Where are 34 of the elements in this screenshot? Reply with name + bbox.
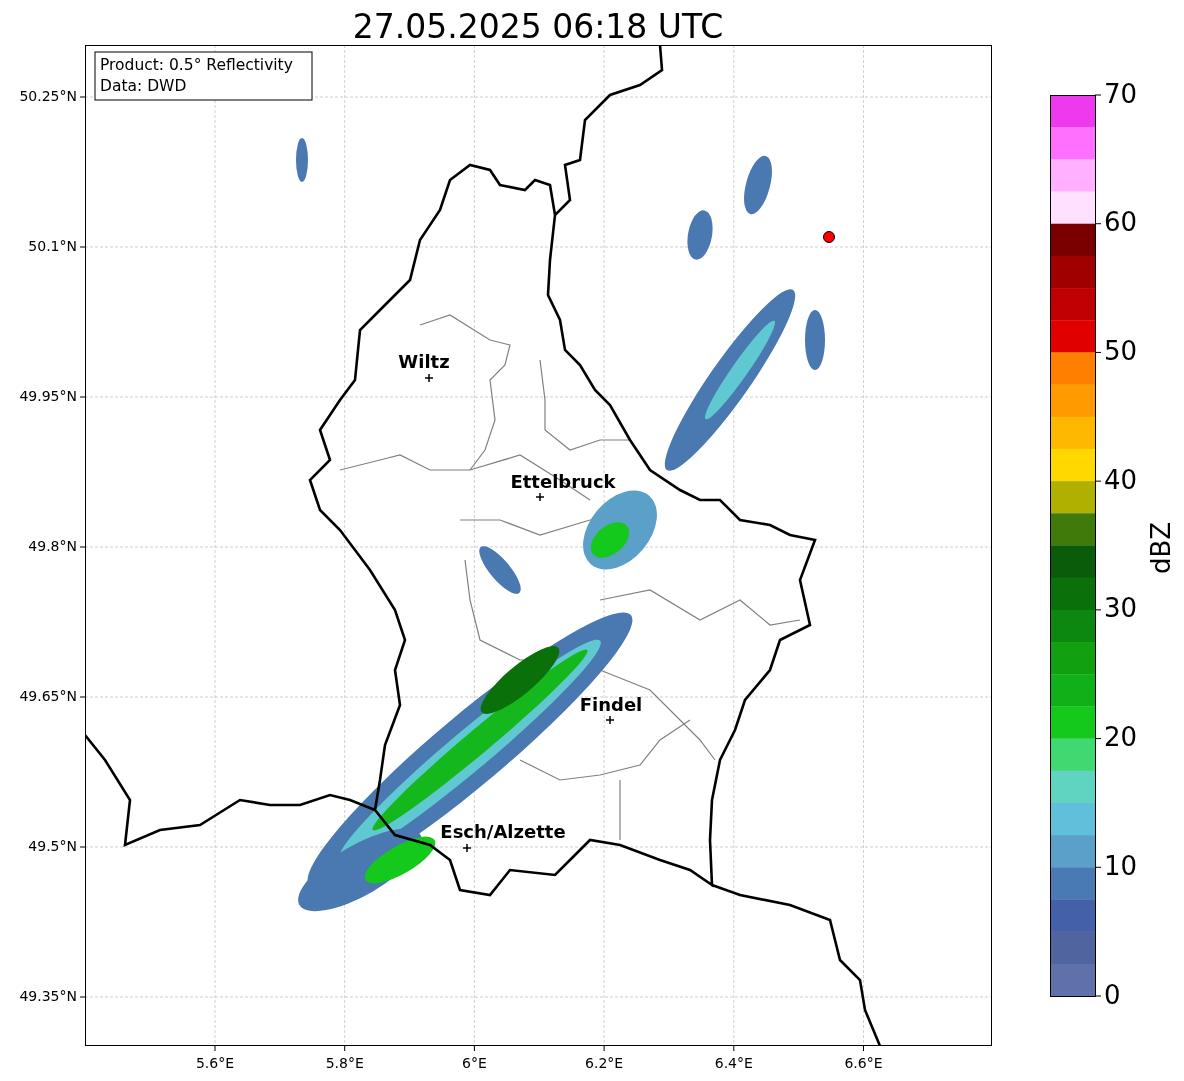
longitude-label: 6°E: [462, 1055, 487, 1071]
chart-title: 27.05.2025 06:18 UTC: [352, 7, 724, 46]
latitude-label: 49.35°N: [19, 988, 77, 1004]
colorbar-tick-label: 0: [1104, 979, 1121, 1010]
latitude-label: 50.1°N: [28, 238, 77, 254]
latitude-label: 49.8°N: [28, 538, 77, 554]
location-dot: [823, 231, 835, 243]
plus-marker-icon: [462, 843, 472, 853]
plus-marker-icon: [535, 492, 545, 502]
place-label: Ettelbruck: [510, 471, 616, 492]
colorbar-tick-label: 10: [1104, 850, 1138, 881]
latitude-label: 49.95°N: [19, 388, 77, 404]
colorbar-tick-label: 50: [1104, 335, 1138, 366]
plus-marker-icon: [605, 715, 615, 725]
latitude-label: 49.5°N: [28, 838, 77, 854]
longitude-label: 6.2°E: [585, 1055, 624, 1071]
colorbar-tick-label: 30: [1104, 593, 1138, 624]
plus-marker-icon: [424, 373, 434, 383]
latitude-label: 50.25°N: [19, 88, 77, 104]
legend-text: Product: 0.5° Reflectivity: [100, 56, 293, 74]
place-label: Findel: [579, 694, 643, 715]
longitude-label: 6.6°E: [844, 1055, 883, 1071]
colorbar-title: dBZ: [1146, 521, 1176, 575]
longitude-label: 5.6°E: [195, 1055, 235, 1071]
colorbar-tick-label: 40: [1104, 464, 1138, 495]
colorbar-tick-label: 60: [1104, 207, 1138, 238]
place-label: Esch/Alzette: [440, 821, 566, 842]
longitude-label: 5.8°E: [325, 1055, 364, 1071]
longitude-label: 6.4°E: [714, 1055, 753, 1071]
latitude-label: 49.65°N: [19, 688, 77, 704]
colorbar-tick-label: 20: [1104, 722, 1138, 753]
place-label: Wiltz: [398, 351, 450, 372]
colorbar-tick-label: 70: [1104, 78, 1138, 109]
legend-text: Data: DWD: [100, 77, 187, 95]
